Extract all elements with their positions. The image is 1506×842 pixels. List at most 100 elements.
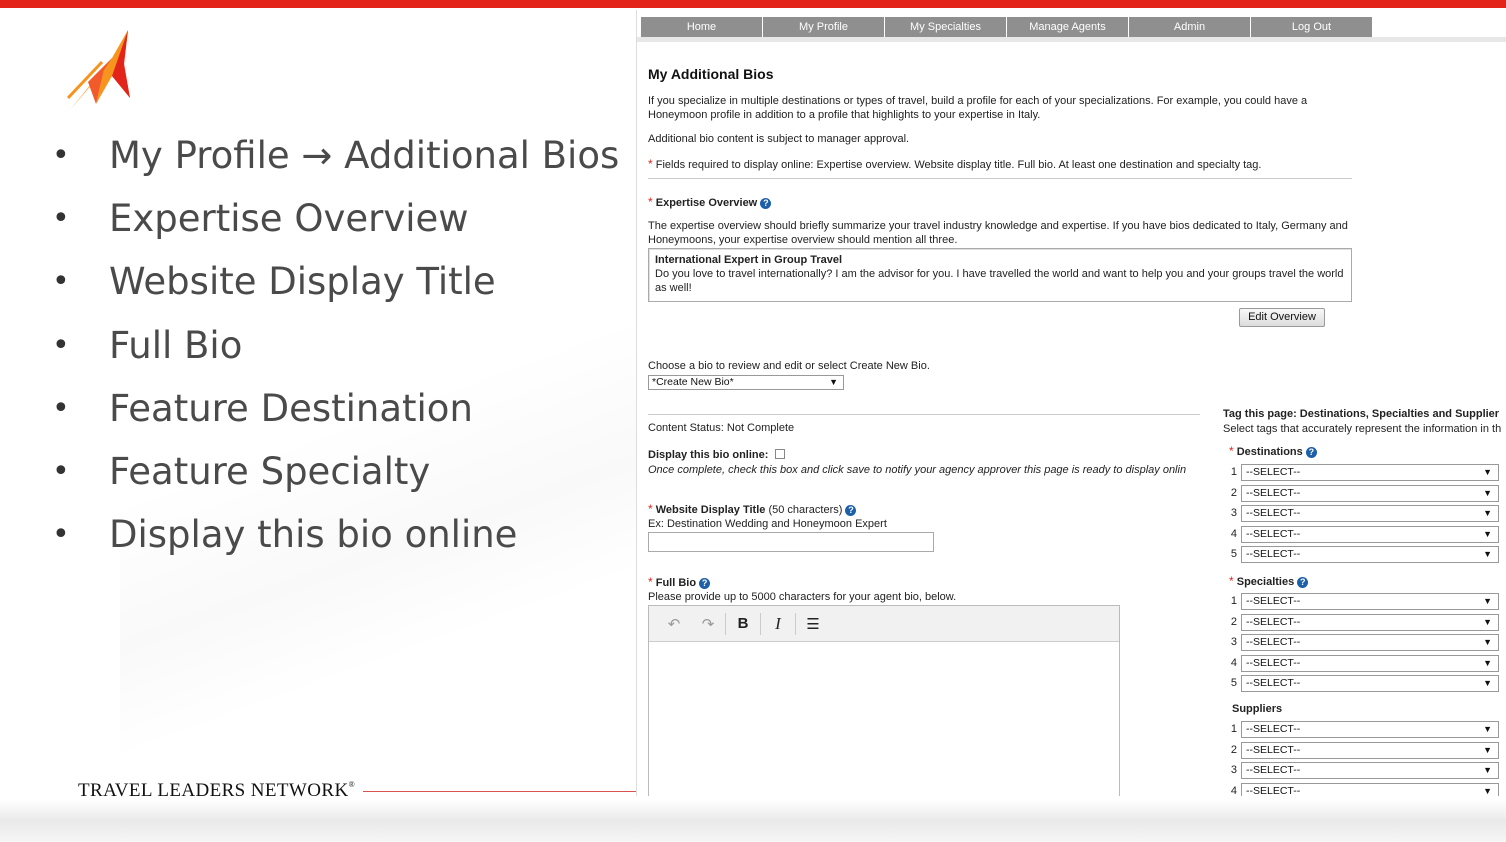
destination-number: 2 (1230, 486, 1237, 499)
italic-button[interactable]: I (761, 614, 795, 634)
nav-my-specialties[interactable]: My Specialties (885, 17, 1007, 37)
destinations-label: Destinations (1236, 446, 1303, 458)
specialty-number: 2 (1230, 615, 1237, 628)
dropdown-arrow-icon: ▼ (1483, 785, 1492, 796)
supplier-select[interactable]: --SELECT-- ▼ (1241, 762, 1499, 780)
required-asterisk: * (648, 502, 653, 516)
supplier-select[interactable]: --SELECT-- ▼ (1241, 741, 1499, 759)
full-bio-textarea[interactable] (649, 642, 1119, 796)
specialty-select[interactable]: --SELECT-- ▼ (1241, 634, 1499, 652)
undo-icon[interactable]: ↶ (657, 615, 691, 633)
full-bio-label-row: * Full Bio ? (648, 575, 711, 590)
tags-heading: Tag this page: Destinations, Specialties… (1223, 408, 1500, 420)
dropdown-arrow-icon: ▼ (1483, 765, 1492, 776)
dropdown-arrow-icon: ▼ (1483, 549, 1492, 560)
help-icon[interactable]: ? (1297, 577, 1309, 588)
destination-select[interactable]: --SELECT-- ▼ (1241, 546, 1499, 564)
destination-select[interactable]: --SELECT-- ▼ (1241, 525, 1499, 543)
nav-manage-agents[interactable]: Manage Agents (1007, 17, 1129, 37)
nav-underline (637, 37, 1506, 42)
brand-name: TRAVEL LEADERS NETWORK (78, 780, 349, 801)
nav-my-profile[interactable]: My Profile (763, 17, 885, 37)
expertise-overview-label: Expertise Overview (655, 197, 758, 209)
website-title-example: Ex: Destination Wedding and Honeymoon Ex… (648, 518, 887, 530)
supplier-number: 1 (1230, 723, 1237, 735)
redo-icon[interactable]: ↷ (691, 615, 725, 633)
bullet-my-profile: My Profile → Additional Bios (52, 132, 619, 195)
help-icon[interactable]: ? (699, 578, 711, 589)
dropdown-arrow-icon: ▼ (829, 377, 838, 387)
specialty-select[interactable]: --SELECT-- ▼ (1241, 654, 1499, 672)
nav-home[interactable]: Home (641, 17, 763, 37)
bio-select-prompt: Choose a bio to review and edit or selec… (648, 360, 930, 372)
brand-registered-mark: ® (348, 780, 356, 789)
required-asterisk: * (648, 575, 653, 589)
specialty-select[interactable]: --SELECT-- ▼ (1241, 593, 1499, 610)
specialties-label-row: * Specialties ? (1229, 574, 1309, 589)
website-title-input[interactable] (648, 532, 934, 552)
supplier-select[interactable]: --SELECT-- ▼ (1241, 721, 1499, 738)
supplier-number: 4 (1230, 784, 1237, 796)
bottom-shadow (0, 800, 1506, 842)
specialty-select[interactable]: --SELECT-- ▼ (1241, 613, 1499, 631)
supplier-select[interactable]: --SELECT-- ▼ (1241, 782, 1499, 796)
specialty-select-value: --SELECT-- (1246, 677, 1301, 690)
help-icon[interactable]: ? (1305, 447, 1317, 458)
specialty-number: 1 (1230, 595, 1237, 607)
expertise-overview-help: The expertise overview should briefly su… (648, 220, 1348, 246)
required-asterisk: * (648, 195, 653, 209)
supplier-select-value: --SELECT-- (1246, 784, 1301, 796)
display-online-row: Display this bio online: (648, 448, 786, 462)
bullet-list-icon[interactable]: ☰ (796, 615, 830, 633)
dropdown-arrow-icon: ▼ (1483, 528, 1492, 539)
bold-button[interactable]: B (726, 615, 760, 632)
dropdown-arrow-icon: ▼ (1483, 596, 1492, 606)
top-accent-bar (0, 0, 1506, 8)
website-title-limit: (50 characters) (768, 504, 843, 516)
full-bio-editor: ↶ ↷ B I ☰ (648, 605, 1120, 796)
approval-note: Additional bio content is subject to man… (648, 133, 910, 145)
help-icon[interactable]: ? (760, 198, 772, 209)
specialty-select-value: --SELECT-- (1246, 636, 1301, 649)
required-asterisk: * (648, 157, 653, 171)
help-icon[interactable]: ? (845, 505, 857, 516)
editor-toolbar: ↶ ↷ B I ☰ (649, 606, 1119, 642)
supplier-number: 2 (1230, 743, 1237, 756)
destination-select-value: --SELECT-- (1246, 507, 1301, 520)
bullet-full-bio: Full Bio (52, 322, 619, 385)
nav-admin[interactable]: Admin (1129, 17, 1251, 37)
specialty-select[interactable]: --SELECT-- ▼ (1241, 675, 1499, 693)
display-online-checkbox[interactable] (775, 449, 786, 459)
overview-title: International Expert in Group Travel (655, 254, 843, 266)
specialty-number: 4 (1230, 656, 1237, 669)
tags-subheading: Select tags that accurately represent th… (1223, 423, 1502, 435)
destination-number: 1 (1230, 466, 1237, 478)
full-bio-help: Please provide up to 5000 characters for… (648, 591, 957, 603)
supplier-select-value: --SELECT-- (1246, 723, 1301, 735)
nav-log-out[interactable]: Log Out (1251, 17, 1373, 37)
supplier-number: 3 (1230, 764, 1237, 777)
main-nav: Home My Profile My Specialties Manage Ag… (641, 17, 1373, 37)
destination-select-value: --SELECT-- (1246, 548, 1301, 561)
bullet-display-bio-online: Display this bio online (52, 511, 619, 574)
required-fields-text: Fields required to display online: Exper… (655, 159, 1262, 171)
edit-overview-button[interactable]: Edit Overview (1239, 308, 1325, 327)
destination-select[interactable]: --SELECT-- ▼ (1241, 484, 1499, 502)
destination-number: 5 (1230, 548, 1237, 561)
destination-select-value: --SELECT-- (1246, 486, 1301, 499)
destination-number: 3 (1230, 507, 1237, 520)
website-title-label-row: * Website Display Title (50 characters) … (648, 502, 857, 517)
dropdown-arrow-icon: ▼ (1483, 487, 1492, 498)
bullet-expertise-overview: Expertise Overview (52, 195, 619, 258)
specialty-select-value: --SELECT-- (1246, 615, 1301, 628)
destinations-label-row: * Destinations ? (1229, 444, 1317, 459)
dropdown-arrow-icon: ▼ (1483, 678, 1492, 689)
destination-select[interactable]: --SELECT-- ▼ (1241, 464, 1499, 481)
bio-select-dropdown[interactable]: *Create New Bio* ▼ (648, 375, 844, 390)
divider (648, 178, 1352, 179)
bullet-feature-destination: Feature Destination (52, 385, 619, 448)
destination-select[interactable]: --SELECT-- ▼ (1241, 505, 1499, 523)
dropdown-arrow-icon: ▼ (1483, 637, 1492, 648)
suppliers-label: Suppliers (1232, 703, 1283, 715)
specialty-number: 3 (1230, 636, 1237, 649)
